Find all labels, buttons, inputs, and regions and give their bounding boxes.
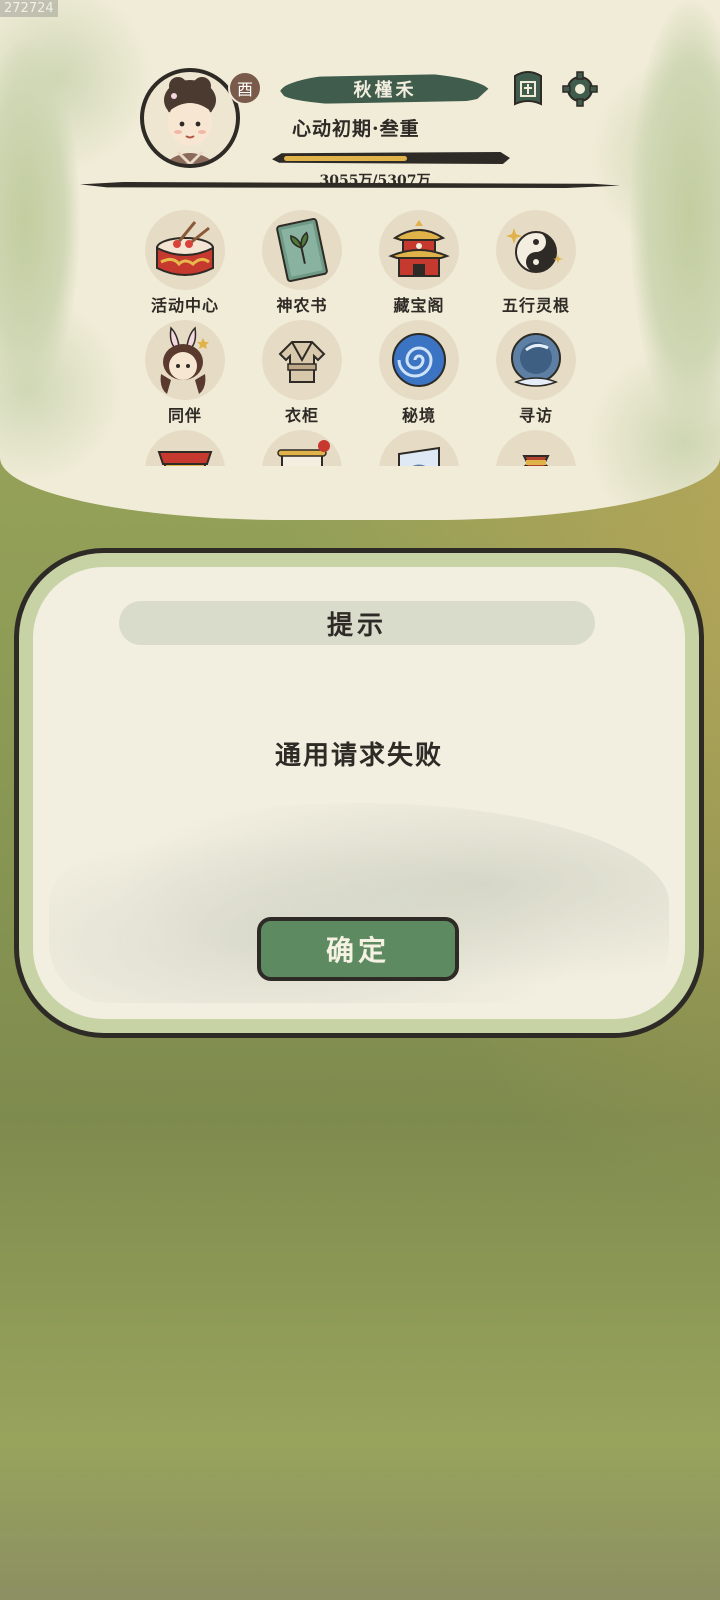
user-id-label: 272724 xyxy=(0,0,58,17)
alert-dialog: 提示 通用请求失败 确定 xyxy=(14,548,704,1038)
menu-item-activity-center[interactable]: 活动中心 xyxy=(130,210,240,320)
herb-book-icon xyxy=(276,218,328,282)
avatar[interactable] xyxy=(140,68,240,168)
scroll-icon xyxy=(277,440,330,466)
feature-grid: 活动中心 神农书 藏宝阁 五行灵根 同伴 衣柜 秘境 寻访 xyxy=(130,210,600,466)
scroll-book-icon xyxy=(514,71,542,106)
menu-item-label: 活动中心 xyxy=(150,296,219,315)
companion-icon xyxy=(160,326,209,394)
main-menu-panel: 酉 秋槿禾 心动初期·叁重 3055万/5307万 活动中心 神农书 藏宝阁 五… xyxy=(0,0,720,520)
menu-item-label: 寻访 xyxy=(518,406,553,425)
drum-icon xyxy=(156,221,214,276)
vortex-icon xyxy=(392,333,446,387)
menu-item-treasure-pavilion[interactable]: 藏宝阁 xyxy=(364,210,474,320)
stall-icon xyxy=(157,451,213,466)
crystal-orb-icon xyxy=(511,333,561,387)
pavilion-menu-button[interactable] xyxy=(510,70,546,108)
experience-bar-fill xyxy=(284,156,407,161)
settings-button[interactable] xyxy=(562,70,598,108)
menu-item-companion[interactable]: 同伴 xyxy=(130,320,240,430)
pouch-icon xyxy=(522,455,550,466)
confirm-button[interactable]: 确定 xyxy=(257,917,459,981)
menu-item-label: 神农书 xyxy=(276,296,328,315)
gear-icon xyxy=(562,71,598,107)
menu-item-banner[interactable] xyxy=(364,430,474,466)
zodiac-badge: 酉 xyxy=(228,71,262,105)
menu-item-label: 秘境 xyxy=(401,406,436,425)
menu-item-scroll[interactable] xyxy=(247,430,357,466)
menu-item-stall[interactable] xyxy=(130,430,240,466)
pavilion-icon xyxy=(388,220,450,277)
cloud-decoration-right xyxy=(630,0,720,430)
menu-item-label: 同伴 xyxy=(167,406,202,425)
menu-item-secret-realm[interactable]: 秘境 xyxy=(364,320,474,430)
cloud-decoration-left xyxy=(0,40,80,400)
robe-icon xyxy=(278,341,326,383)
dialog-message: 通用请求失败 xyxy=(274,741,443,771)
menu-item-pouch[interactable] xyxy=(481,430,591,466)
dialog-title: 提示 xyxy=(119,601,595,645)
cultivation-rank: 心动初期·叁重 xyxy=(292,118,420,140)
menu-item-shennong-book[interactable]: 神农书 xyxy=(247,210,357,320)
menu-item-label: 衣柜 xyxy=(284,406,319,425)
menu-item-seek-visit[interactable]: 寻访 xyxy=(481,320,591,430)
experience-bar xyxy=(272,152,510,164)
menu-item-label: 藏宝阁 xyxy=(393,296,445,315)
character-portrait-icon xyxy=(164,77,216,164)
menu-item-wardrobe[interactable]: 衣柜 xyxy=(247,320,357,430)
yin-yang-spirit-icon xyxy=(506,228,563,273)
menu-item-label: 五行灵根 xyxy=(501,296,570,315)
menu-item-five-elements[interactable]: 五行灵根 xyxy=(481,210,591,320)
player-name: 秋槿禾 xyxy=(280,73,490,105)
banner-icon xyxy=(398,446,440,466)
